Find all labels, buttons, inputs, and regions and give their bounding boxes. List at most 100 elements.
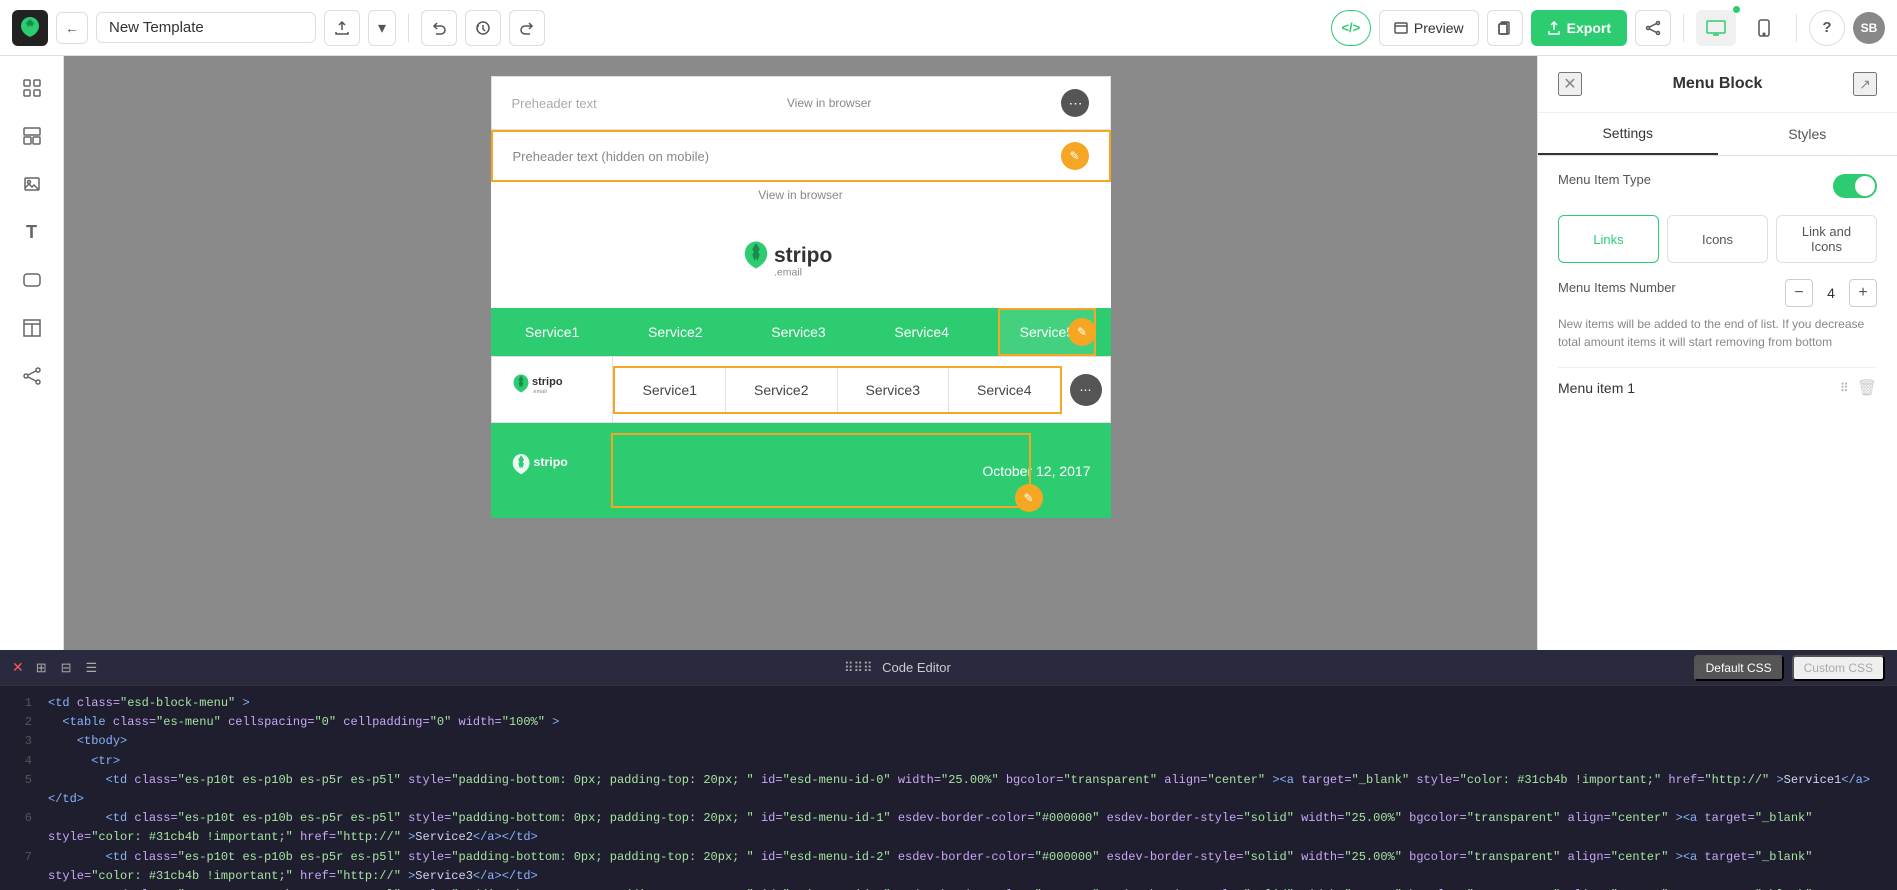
chevron-down-icon: ▾ bbox=[378, 18, 386, 38]
nav-green-item-1[interactable]: Service1 bbox=[505, 310, 599, 354]
toolbar: ← ▾ </> Pr bbox=[0, 0, 1897, 56]
nav-green-item-3[interactable]: Service3 bbox=[751, 310, 845, 354]
nav-white-item-4[interactable]: Service4 bbox=[949, 368, 1060, 412]
share-button[interactable] bbox=[1635, 10, 1671, 46]
code-editor: ✕ ⊞ ⊟ ☰ ⠿⠿⠿ Code Editor Default CSS Cust… bbox=[0, 650, 1897, 890]
template-name-input[interactable] bbox=[96, 12, 316, 43]
nav-green-item-5[interactable]: Service5 ✎ bbox=[998, 308, 1096, 356]
menu-item-type-label: Menu Item Type bbox=[1558, 172, 1651, 187]
code-line-5: 5 <td class="es-p10t es-p10b es-p5r es-p… bbox=[12, 771, 1885, 809]
sidebar-layout-button[interactable] bbox=[12, 308, 52, 348]
menu-item-1-label: Menu item 1 bbox=[1558, 380, 1635, 396]
code-list-icon[interactable]: ☰ bbox=[82, 658, 102, 678]
preheader-bar-1: Preheader text View in browser ⋯ bbox=[491, 76, 1111, 130]
svg-text:.email: .email bbox=[532, 389, 547, 395]
menu-item-type-toggle[interactable] bbox=[1833, 174, 1877, 198]
nav-white: stripo .email Service1 Service2 Service3… bbox=[491, 356, 1111, 423]
decrease-count-button[interactable]: − bbox=[1785, 279, 1813, 307]
banner-edit-overlay bbox=[611, 433, 1031, 508]
canvas-area: Preheader text View in browser ⋯ Prehead… bbox=[64, 56, 1537, 650]
right-panel: ✕ Menu Block ↗ Settings Styles Menu Item… bbox=[1537, 56, 1897, 650]
preheader-bar-2[interactable]: Preheader text (hidden on mobile) ✎ bbox=[491, 130, 1111, 182]
nav-white-item-1[interactable]: Service1 bbox=[615, 368, 727, 412]
undo-button[interactable] bbox=[421, 10, 457, 46]
preheader-dots-1[interactable]: ⋯ bbox=[1061, 89, 1089, 117]
view-in-browser-1[interactable]: View in browser bbox=[787, 96, 871, 110]
history-button[interactable] bbox=[465, 10, 501, 46]
preheader-text-1: Preheader text bbox=[512, 96, 597, 111]
menu-items-number-label: Menu Items Number bbox=[1558, 280, 1676, 295]
svg-text:stripo: stripo bbox=[532, 376, 563, 388]
logo-block: stripo .email bbox=[491, 208, 1111, 308]
back-button[interactable]: ← bbox=[56, 12, 88, 44]
nav-dots-right[interactable]: ⋯ bbox=[1070, 374, 1102, 406]
type-links-button[interactable]: Links bbox=[1558, 215, 1659, 263]
redo-button[interactable] bbox=[509, 10, 545, 46]
menu-items-number-row: Menu Items Number − 4 + bbox=[1558, 279, 1877, 307]
export-button[interactable]: Export bbox=[1531, 10, 1627, 46]
panel-tabs: Settings Styles bbox=[1538, 113, 1897, 156]
upload-button[interactable] bbox=[324, 10, 360, 46]
code-lines: 1 <td class="esd-block-menu" > 2 <table … bbox=[0, 686, 1897, 890]
svg-text:.email: .email bbox=[774, 266, 802, 278]
view-in-browser-text[interactable]: View in browser bbox=[758, 188, 842, 202]
dropdown-button[interactable]: ▾ bbox=[368, 10, 396, 46]
drag-handle-icon[interactable]: ⠿ bbox=[1840, 381, 1849, 395]
nav-items-section: Service1 Service2 Service3 Service4 bbox=[613, 366, 1062, 414]
code-collapse-icon[interactable]: ⊟ bbox=[57, 658, 76, 678]
menu-item-1-row: Menu item 1 ⠿ 🗑 bbox=[1558, 367, 1877, 408]
clipboard-button[interactable] bbox=[1487, 10, 1523, 46]
code-editor-button[interactable]: </> bbox=[1331, 10, 1371, 46]
preheader-text-2: Preheader text (hidden on mobile) bbox=[513, 149, 710, 164]
type-icons-button[interactable]: Icons bbox=[1667, 215, 1768, 263]
type-link-icons-button[interactable]: Link and Icons bbox=[1776, 215, 1877, 263]
nav-green-item-4[interactable]: Service4 bbox=[874, 310, 968, 354]
separator-1 bbox=[408, 14, 409, 42]
edit-icon-2[interactable]: ✎ bbox=[1061, 142, 1089, 170]
code-editor-tabs: Default CSS Custom CSS bbox=[1694, 655, 1885, 681]
email-preview: Preheader text View in browser ⋯ Prehead… bbox=[491, 76, 1111, 518]
code-editor-icons: ⊞ ⊟ ☰ bbox=[32, 658, 101, 678]
delete-item-1-button[interactable]: 🗑 bbox=[1857, 378, 1877, 398]
mobile-button[interactable] bbox=[1744, 10, 1784, 46]
green-banner: stripo October 12, 2017 ✎ bbox=[491, 423, 1111, 518]
sidebar-grid-button[interactable] bbox=[12, 68, 52, 108]
code-editor-title: ⠿⠿⠿ Code Editor bbox=[109, 660, 1685, 676]
number-controls: − 4 + bbox=[1785, 279, 1877, 307]
banner-edit-icon[interactable]: ✎ bbox=[1015, 484, 1043, 512]
code-editor-close-button[interactable]: ✕ bbox=[12, 659, 24, 676]
code-line-3: 3 <tbody> bbox=[12, 732, 1885, 751]
back-icon: ← bbox=[65, 20, 79, 36]
svg-text:stripo: stripo bbox=[774, 244, 832, 267]
sidebar-blocks-button[interactable] bbox=[12, 116, 52, 156]
desktop-button[interactable] bbox=[1696, 10, 1736, 46]
code-line-6: 6 <td class="es-p10t es-p10b es-p5r es-p… bbox=[12, 809, 1885, 847]
preview-label: Preview bbox=[1414, 20, 1464, 36]
user-avatar: SB bbox=[1853, 12, 1885, 44]
nav-green-item-2[interactable]: Service2 bbox=[628, 310, 722, 354]
code-line-1: 1 <td class="esd-block-menu" > bbox=[12, 694, 1885, 713]
view-in-browser-center: View in browser bbox=[491, 182, 1111, 208]
menu-type-buttons: Links Icons Link and Icons bbox=[1558, 215, 1877, 263]
nav-white-item-2[interactable]: Service2 bbox=[726, 368, 838, 412]
code-line-7: 7 <td class="es-p10t es-p10b es-p5r es-p… bbox=[12, 848, 1885, 886]
code-line-4: 4 <tr> bbox=[12, 752, 1885, 771]
default-css-tab[interactable]: Default CSS bbox=[1694, 655, 1784, 681]
code-expand-icon[interactable]: ⊞ bbox=[32, 658, 51, 678]
increase-count-button[interactable]: + bbox=[1849, 279, 1877, 307]
sidebar-button-button[interactable] bbox=[12, 260, 52, 300]
sidebar-share-button[interactable] bbox=[12, 356, 52, 396]
tab-styles[interactable]: Styles bbox=[1718, 113, 1897, 155]
nav-white-item-3[interactable]: Service3 bbox=[838, 368, 950, 412]
help-button[interactable]: ? bbox=[1809, 10, 1845, 46]
export-label: Export bbox=[1567, 20, 1611, 36]
sidebar-image-button[interactable] bbox=[12, 164, 52, 204]
code-editor-toolbar: ✕ ⊞ ⊟ ☰ ⠿⠿⠿ Code Editor Default CSS Cust… bbox=[0, 650, 1897, 686]
panel-close-button[interactable]: ✕ bbox=[1558, 72, 1582, 96]
custom-css-tab[interactable]: Custom CSS bbox=[1792, 655, 1885, 681]
tab-settings[interactable]: Settings bbox=[1538, 113, 1718, 155]
menu-count-value: 4 bbox=[1821, 285, 1841, 301]
sidebar-text-button[interactable]: T bbox=[12, 212, 52, 252]
panel-expand-button[interactable]: ↗ bbox=[1853, 72, 1877, 96]
preview-button[interactable]: Preview bbox=[1379, 10, 1479, 46]
